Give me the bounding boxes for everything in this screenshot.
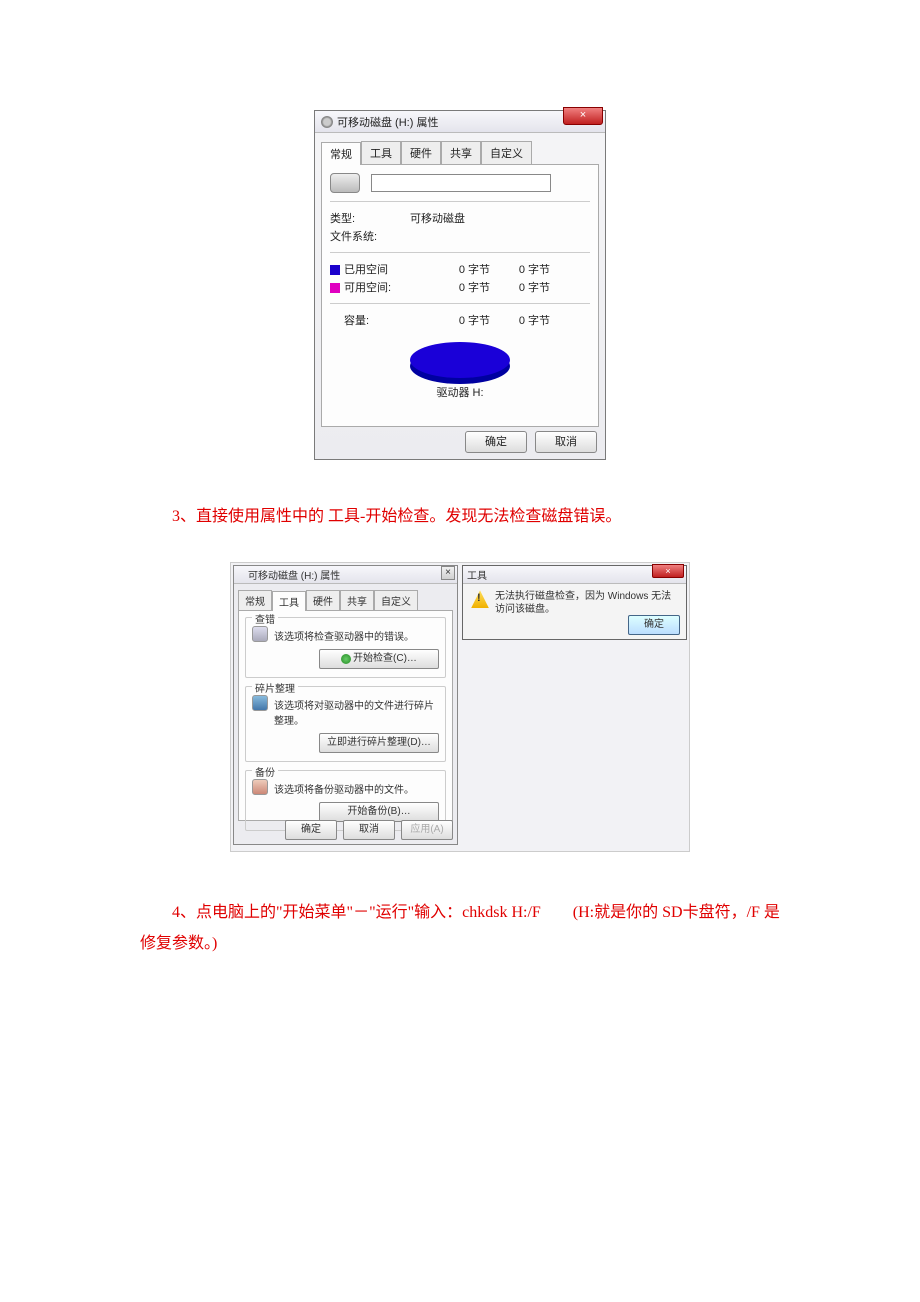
defrag-group: 碎片整理 该选项将对驱动器中的文件进行碎片整理。 立即进行碎片整理(D)… bbox=[245, 686, 446, 762]
warning-icon bbox=[471, 590, 489, 608]
used-bytes: 0 字节 bbox=[410, 261, 490, 277]
cancel-button[interactable]: 取消 bbox=[535, 431, 597, 453]
free-swatch bbox=[330, 283, 340, 293]
filesystem-label: 文件系统: bbox=[330, 228, 410, 244]
capacity-label: 容量: bbox=[330, 312, 410, 328]
screenshot-2-canvas: 可移动磁盘 (H:) 属性 × 常规 工具 硬件 共享 自定义 查错 该选项将检… bbox=[230, 562, 690, 852]
defrag-legend: 碎片整理 bbox=[252, 680, 298, 695]
error-titlebar: 工具 × bbox=[463, 566, 686, 584]
tab-custom[interactable]: 自定义 bbox=[374, 590, 418, 610]
screenshot-1: 可移动磁盘 (H:) 属性 × 常规 工具 硬件 共享 自定义 类型: 可移动磁… bbox=[0, 110, 920, 460]
drive-large-icon bbox=[330, 173, 360, 193]
error-check-desc: 该选项将检查驱动器中的错误。 bbox=[274, 628, 439, 643]
tab-tools[interactable]: 工具 bbox=[361, 141, 401, 164]
used-swatch bbox=[330, 265, 340, 275]
error-message: 无法执行磁盘检查，因为 Windows 无法访问该磁盘。 bbox=[495, 590, 678, 616]
error-popup: 工具 × 无法执行磁盘检查，因为 Windows 无法访问该磁盘。 确定 bbox=[462, 565, 687, 640]
tab-sharing[interactable]: 共享 bbox=[340, 590, 374, 610]
defrag-button[interactable]: 立即进行碎片整理(D)… bbox=[319, 733, 439, 753]
error-check-legend: 查错 bbox=[252, 611, 278, 626]
window-title: 可移动磁盘 (H:) 属性 bbox=[248, 567, 340, 582]
general-panel: 类型: 可移动磁盘 文件系统: 已用空间 0 字节 0 字节 可用空间: 0 字… bbox=[321, 165, 599, 427]
tab-general[interactable]: 常规 bbox=[321, 142, 361, 165]
capacity-bytes: 0 字节 bbox=[410, 312, 490, 328]
ok-button[interactable]: 确定 bbox=[465, 431, 527, 453]
backup-button[interactable]: 开始备份(B)… bbox=[319, 802, 439, 822]
free-bytes-2: 0 字节 bbox=[490, 279, 550, 295]
close-button[interactable]: × bbox=[441, 566, 455, 580]
titlebar: 可移动磁盘 (H:) 属性 × bbox=[315, 111, 605, 133]
divider bbox=[330, 201, 590, 202]
tab-custom[interactable]: 自定义 bbox=[481, 141, 532, 164]
error-close-button[interactable]: × bbox=[652, 564, 684, 578]
capacity-bytes-2: 0 字节 bbox=[490, 312, 550, 328]
divider bbox=[330, 252, 590, 253]
tab-general[interactable]: 常规 bbox=[238, 590, 272, 610]
drive-label: 驱动器 H: bbox=[330, 384, 590, 400]
tab-hardware[interactable]: 硬件 bbox=[401, 141, 441, 164]
used-bytes-2: 0 字节 bbox=[490, 261, 550, 277]
volume-label-input[interactable] bbox=[371, 174, 551, 192]
screenshot-2: 可移动磁盘 (H:) 属性 × 常规 工具 硬件 共享 自定义 查错 该选项将检… bbox=[0, 562, 920, 852]
shield-icon bbox=[341, 654, 351, 664]
start-check-button[interactable]: 开始检查(C)… bbox=[319, 649, 439, 669]
tab-bar: 常规 工具 硬件 共享 自定义 bbox=[238, 590, 453, 611]
defrag-desc: 该选项将对驱动器中的文件进行碎片整理。 bbox=[274, 697, 439, 727]
window-title: 可移动磁盘 (H:) 属性 bbox=[337, 114, 438, 130]
close-button[interactable]: × bbox=[563, 107, 603, 125]
free-bytes: 0 字节 bbox=[410, 279, 490, 295]
backup-legend: 备份 bbox=[252, 764, 278, 779]
tab-tools[interactable]: 工具 bbox=[272, 591, 306, 611]
used-label: 已用空间 bbox=[344, 264, 388, 276]
start-check-label: 开始检查(C)… bbox=[353, 653, 417, 664]
error-ok-button[interactable]: 确定 bbox=[628, 615, 680, 635]
apply-button[interactable]: 应用(A) bbox=[401, 820, 453, 840]
step-3-text: 3、直接使用属性中的 工具-开始检查。发现无法检查磁盘错误。 bbox=[140, 502, 780, 532]
free-label: 可用空间: bbox=[344, 282, 391, 294]
error-title: 工具 bbox=[467, 567, 487, 582]
drive-icon bbox=[321, 116, 333, 128]
properties-dialog-general: 可移动磁盘 (H:) 属性 × 常规 工具 硬件 共享 自定义 类型: 可移动磁… bbox=[314, 110, 606, 460]
step-4-text: 4、点电脑上的"开始菜单"－"运行"输入：chkdsk H:/F (H:就是你的… bbox=[140, 898, 780, 959]
pie-chart bbox=[410, 342, 510, 378]
error-check-icon bbox=[252, 626, 268, 642]
tab-sharing[interactable]: 共享 bbox=[441, 141, 481, 164]
defrag-icon bbox=[252, 695, 268, 711]
cancel-button[interactable]: 取消 bbox=[343, 820, 395, 840]
properties-dialog-tools: 可移动磁盘 (H:) 属性 × 常规 工具 硬件 共享 自定义 查错 该选项将检… bbox=[233, 565, 458, 845]
error-check-group: 查错 该选项将检查驱动器中的错误。 开始检查(C)… bbox=[245, 617, 446, 678]
type-value: 可移动磁盘 bbox=[410, 210, 465, 226]
backup-desc: 该选项将备份驱动器中的文件。 bbox=[274, 781, 439, 796]
titlebar: 可移动磁盘 (H:) 属性 × bbox=[234, 566, 457, 584]
drive-icon bbox=[238, 570, 248, 580]
backup-icon bbox=[252, 779, 268, 795]
tab-bar: 常规 工具 硬件 共享 自定义 bbox=[321, 141, 599, 165]
ok-button[interactable]: 确定 bbox=[285, 820, 337, 840]
type-label: 类型: bbox=[330, 210, 410, 226]
divider bbox=[330, 303, 590, 304]
tab-hardware[interactable]: 硬件 bbox=[306, 590, 340, 610]
tools-panel: 查错 该选项将检查驱动器中的错误。 开始检查(C)… 碎片整理 该选项将对驱动器… bbox=[238, 611, 453, 821]
